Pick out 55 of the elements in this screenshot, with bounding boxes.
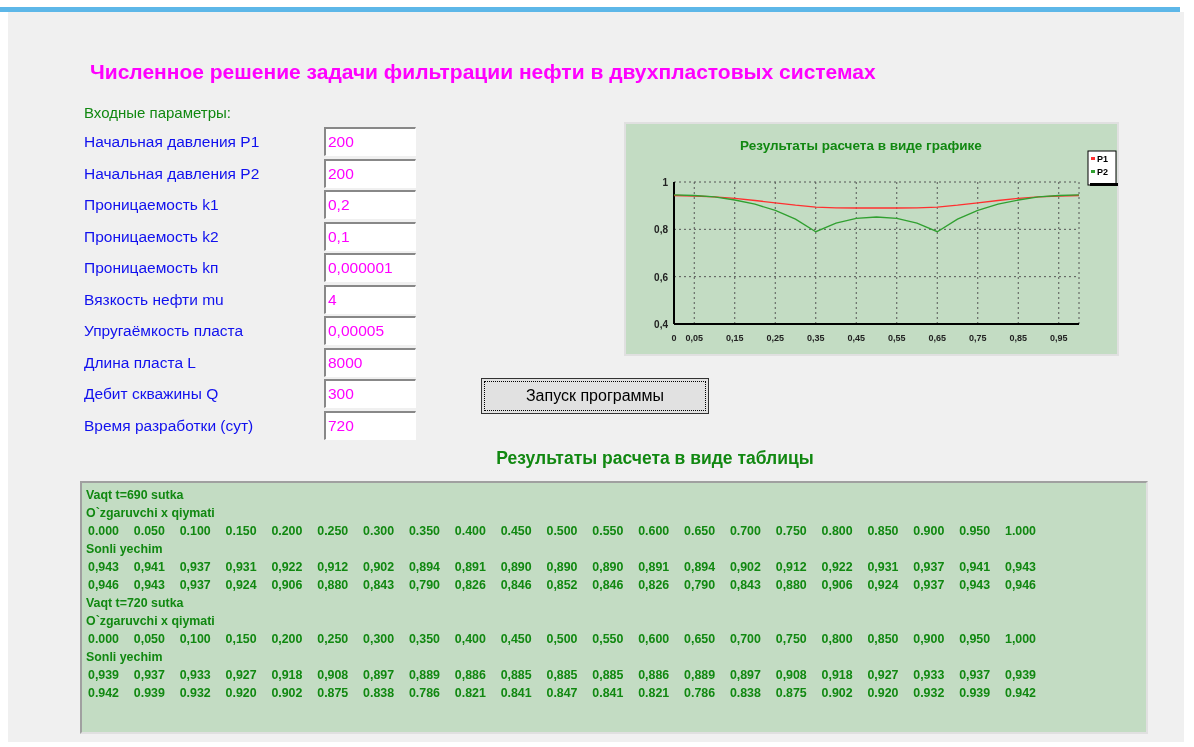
axis-tick-label: 0,8 bbox=[654, 223, 668, 235]
axis-tick-label: 0,95 bbox=[1050, 332, 1068, 343]
axis-tick-label: 0,85 bbox=[1009, 332, 1027, 343]
number-row-text: 0,939 0,937 0,933 0,927 0,918 0,908 0,897 0,889 0,886 0,885 0,885 0,885 0,886 0,889 0,897 0,908 0,918 0,927 0,933 0,937 0,939 bbox=[87, 667, 1037, 685]
input-field[interactable]: 0,1 bbox=[324, 221, 416, 251]
number-row-text: 0,946 0,943 0,937 0,924 0,906 0,880 0,843 0,790 0,826 0,846 0,852 0,846 0,826 0,790 0,843 0,880 0,906 0,924 0,937 0,943 0,946 bbox=[87, 577, 1037, 595]
input-field[interactable]: 0,000001 bbox=[324, 253, 416, 283]
axis-tick-label: 0,65 bbox=[928, 332, 946, 343]
axis-tick-label: 0,55 bbox=[888, 332, 906, 343]
number-row-text: 0,943 0,941 0,937 0,931 0,922 0,912 0,902 0,894 0,891 0,890 0,890 0,890 0,891 0,894 0,902 0,912 0,922 0,931 0,937 0,941 0,943 bbox=[87, 559, 1037, 577]
input-field[interactable]: 200 bbox=[324, 158, 416, 188]
output-line: Vaqt t=690 sutka bbox=[86, 487, 185, 505]
chart-title: Результаты расчета в виде графике bbox=[740, 137, 982, 153]
field-label: Длина пласта L bbox=[84, 352, 197, 373]
field-label: Начальная давления P1 bbox=[84, 132, 261, 153]
input-field[interactable]: 8000 bbox=[324, 347, 416, 377]
axis-tick-label: 0,45 bbox=[847, 332, 865, 343]
chart-legend bbox=[1087, 150, 1118, 186]
axis-tick-label: 0 bbox=[671, 332, 677, 343]
output-line: Sonli yechim bbox=[86, 541, 164, 559]
inputs-heading: Входные параметры: bbox=[84, 102, 232, 123]
axis-tick-label: 0,35 bbox=[807, 332, 825, 343]
table-title: Результаты расчета в виде таблицы bbox=[495, 447, 815, 470]
number-row-text: 0.000 0,050 0,100 0,150 0,200 0,250 0,300 0,350 0,400 0,450 0,500 0,550 0,600 0,650 0,700 0,750 0,800 0,850 0,900 0,950 1,000 bbox=[87, 631, 1037, 649]
legend-label: P2 bbox=[1097, 166, 1109, 177]
legend-label: P1 bbox=[1097, 153, 1109, 164]
output-line: Sonli yechim bbox=[86, 649, 164, 667]
axis-tick-label: 0,4 bbox=[654, 318, 668, 330]
axis-tick-label: 0,15 bbox=[726, 332, 744, 343]
axis-tick-label: 1 bbox=[662, 176, 668, 188]
field-label: Упругаёмкость пласта bbox=[84, 321, 245, 342]
run-button[interactable]: Запуск программы bbox=[481, 377, 709, 414]
field-label: Начальная давления P2 bbox=[84, 163, 261, 184]
app-title: Численное решение задачи фильтрации нефти в двухпластовых системах bbox=[90, 59, 877, 85]
input-field[interactable]: 0,00005 bbox=[324, 316, 416, 346]
field-label: Проницаемость k1 bbox=[84, 195, 220, 216]
axis-tick-label: 0,25 bbox=[766, 332, 784, 343]
input-field[interactable]: 720 bbox=[324, 410, 416, 440]
output-line: Vaqt t=720 sutka bbox=[86, 595, 185, 613]
output-line: O`zgaruvchi x qiymati bbox=[86, 505, 216, 523]
field-label: Время разработки (сут) bbox=[84, 415, 255, 436]
output-line: O`zgaruvchi x qiymati bbox=[86, 613, 216, 631]
field-label: Проницаемость kп bbox=[84, 258, 220, 279]
field-label: Проницаемость k2 bbox=[84, 226, 220, 247]
axis-tick-label: 0,75 bbox=[969, 332, 987, 343]
axis-tick-label: 0,6 bbox=[654, 271, 668, 283]
number-row-text: 0.000 0.050 0.100 0.150 0.200 0.250 0.300 0.350 0.400 0.450 0.500 0.550 0.600 0.650 0.700 0.750 0.800 0.850 0.900 0.950 1.000 bbox=[87, 523, 1037, 541]
number-row-text: 0.942 0.939 0.932 0.920 0.902 0.875 0.838 0.786 0.821 0.841 0.847 0.841 0.821 0.786 0.838 0.875 0.902 0.920 0.932 0.939 0.942 bbox=[87, 685, 1037, 703]
input-field[interactable]: 0,2 bbox=[324, 190, 416, 220]
input-field[interactable]: 200 bbox=[324, 127, 416, 157]
field-label: Дебит скважины Q bbox=[84, 384, 220, 405]
field-label: Вязкость нефти mu bbox=[84, 289, 225, 310]
axis-tick-label: 0,05 bbox=[685, 332, 703, 343]
input-field[interactable]: 300 bbox=[324, 379, 416, 409]
input-field[interactable]: 4 bbox=[324, 284, 416, 314]
